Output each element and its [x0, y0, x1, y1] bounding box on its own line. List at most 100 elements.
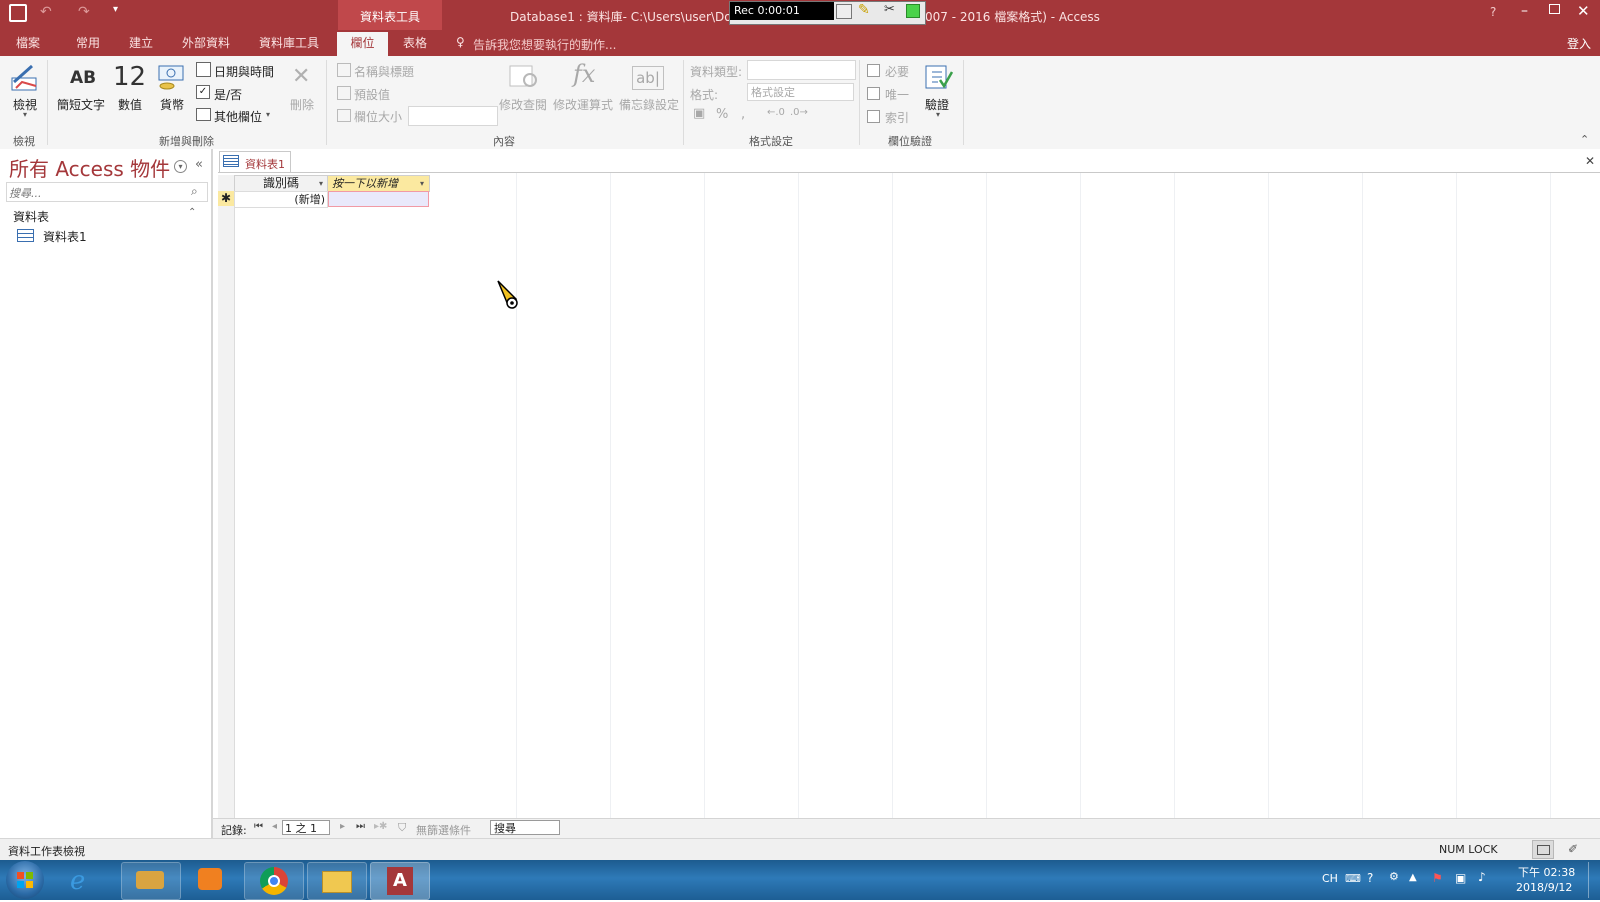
tray-options-icon[interactable]: ⚙	[1389, 870, 1399, 883]
number-button[interactable]: 數值	[118, 96, 142, 113]
increase-decimals-icon[interactable]: ←.0	[767, 107, 785, 118]
memo-settings-icon[interactable]: ab|	[632, 66, 664, 90]
collapse-ribbon-icon[interactable]: ⌃	[1580, 133, 1589, 146]
show-desktop-button[interactable]	[1588, 862, 1599, 898]
clock-date[interactable]: 2018/9/12	[1516, 881, 1572, 894]
column-header-id[interactable]: 識別碼 ▾	[234, 175, 328, 192]
memo-settings-button[interactable]: 備忘錄設定	[619, 96, 679, 113]
row-selector-column[interactable]	[218, 175, 235, 818]
nav-pane-collapse-icon[interactable]: «	[195, 157, 203, 172]
document-tab-label[interactable]: 資料表1	[245, 156, 285, 172]
redo-icon[interactable]: ↷	[78, 4, 90, 20]
taskbar-access[interactable]: A	[370, 862, 430, 900]
current-record-input[interactable]: 1 之 1	[282, 820, 330, 835]
new-record-id-cell[interactable]: (新增)	[234, 191, 328, 208]
yes-no-button[interactable]: 是/否	[214, 86, 242, 103]
last-record-icon[interactable]: ⏭	[356, 821, 365, 832]
view-icon[interactable]	[10, 62, 40, 92]
more-fields-dropdown-icon[interactable]: ▾	[266, 110, 270, 119]
recorder-screen-icon[interactable]	[836, 4, 852, 19]
tab-home[interactable]: 常用	[76, 34, 100, 52]
internet-explorer-icon[interactable]: ℯ	[70, 866, 85, 896]
recorder-pen-icon[interactable]: ✎	[858, 2, 870, 18]
new-record-icon[interactable]: ▸✱	[374, 821, 387, 832]
sign-in-link[interactable]: 登入	[1567, 35, 1591, 52]
minimize-icon[interactable]: –	[1521, 3, 1528, 19]
action-center-icon[interactable]: ⚑	[1432, 871, 1443, 885]
volume-icon[interactable]: ♪	[1478, 870, 1486, 884]
delete-button[interactable]: 刪除	[290, 96, 314, 113]
taskbar-app-folder[interactable]	[121, 862, 181, 900]
validation-dropdown-icon[interactable]: ▾	[936, 110, 940, 119]
indexed-checkbox[interactable]	[867, 110, 880, 123]
validation-icon[interactable]	[924, 62, 954, 92]
save-icon[interactable]	[9, 4, 27, 22]
start-button[interactable]	[6, 861, 44, 899]
required-checkbox[interactable]	[867, 64, 880, 77]
datasheet-grid[interactable]	[218, 173, 1600, 818]
data-type-select[interactable]	[747, 60, 856, 80]
record-search-input[interactable]: 搜尋	[490, 820, 560, 835]
number-icon[interactable]: 12	[113, 62, 146, 92]
currency-button[interactable]: 貨幣	[160, 96, 184, 113]
tab-table[interactable]: 表格	[403, 34, 427, 52]
close-icon[interactable]: ✕	[1577, 2, 1590, 20]
currency-icon[interactable]	[157, 62, 187, 92]
unique-checkbox[interactable]	[867, 87, 880, 100]
tab-external-data[interactable]: 外部資料	[182, 34, 230, 52]
next-record-icon[interactable]: ▸	[340, 821, 345, 832]
datasheet-view-button[interactable]	[1532, 840, 1554, 859]
restore-icon[interactable]	[1549, 4, 1560, 14]
date-time-button[interactable]: 日期與時間	[214, 63, 274, 80]
keyboard-icon[interactable]: ⌨	[1345, 872, 1361, 885]
network-icon[interactable]: ▣	[1455, 871, 1466, 885]
recorder-cut-icon[interactable]: ✂	[884, 2, 895, 17]
column-header-click-to-add[interactable]: 按一下以新增 ▾	[327, 175, 430, 192]
modify-lookups-icon[interactable]	[508, 62, 540, 92]
clock-time[interactable]: 下午 02:38	[1518, 864, 1575, 880]
recorder-stop-icon[interactable]	[906, 4, 920, 18]
filter-icon[interactable]: ⛉	[398, 821, 406, 835]
input-language-indicator[interactable]: CH	[1322, 872, 1338, 885]
delete-icon[interactable]: ✕	[292, 64, 314, 90]
search-icon[interactable]: ⌕	[191, 184, 198, 199]
comma-format-icon[interactable]: ,	[741, 107, 745, 122]
view-dropdown-icon[interactable]: ▾	[23, 110, 27, 119]
nav-search-input[interactable]: 搜尋...	[9, 185, 42, 201]
column-dropdown-icon[interactable]: ▾	[319, 176, 323, 191]
taskbar-file-explorer[interactable]	[307, 862, 367, 900]
format-select[interactable]: 格式設定	[747, 83, 854, 101]
help-tray-icon[interactable]: ?	[1367, 871, 1373, 885]
modify-expression-button[interactable]: 修改運算式	[553, 96, 613, 113]
nav-pane-title[interactable]: 所有 Access 物件	[9, 153, 170, 182]
decrease-decimals-icon[interactable]: .0→	[790, 107, 808, 118]
percent-format-icon[interactable]: %	[716, 107, 728, 122]
modify-lookups-button[interactable]: 修改查閱	[499, 96, 547, 113]
nav-section-tables[interactable]: 資料表	[13, 208, 49, 225]
previous-record-icon[interactable]: ◂	[272, 821, 277, 832]
active-cell[interactable]	[328, 191, 429, 207]
tab-file[interactable]: 檔案	[16, 34, 40, 52]
close-document-icon[interactable]: ✕	[1585, 154, 1595, 168]
help-button[interactable]: ?	[1490, 5, 1496, 19]
design-view-icon[interactable]: ✐	[1568, 842, 1578, 856]
nav-pane-menu-icon[interactable]: ▾	[174, 160, 187, 173]
tab-create[interactable]: 建立	[129, 34, 153, 52]
currency-format-icon[interactable]: ▣	[693, 106, 705, 121]
show-hidden-icons[interactable]: ▲	[1409, 872, 1417, 883]
customize-quick-access-icon[interactable]: ▾	[113, 4, 118, 15]
collapse-section-icon[interactable]: ⌃	[188, 207, 196, 218]
short-text-button[interactable]: 簡短文字	[57, 96, 105, 113]
modify-expression-icon[interactable]: fx	[573, 60, 595, 88]
tab-database-tools[interactable]: 資料庫工具	[259, 34, 319, 52]
undo-icon[interactable]: ↶	[40, 4, 52, 20]
tell-me-input[interactable]: 告訴我您想要執行的動作...	[473, 36, 616, 53]
name-caption-button[interactable]: 名稱與標題	[354, 63, 414, 80]
column-dropdown-icon[interactable]: ▾	[420, 176, 424, 191]
first-record-icon[interactable]: ⏮	[254, 821, 263, 832]
media-player-icon[interactable]	[198, 868, 222, 890]
no-filter-indicator[interactable]: 無篩選條件	[416, 822, 471, 838]
tab-fields[interactable]: 欄位	[337, 32, 388, 56]
default-value-button[interactable]: 預設值	[354, 86, 390, 103]
nav-item-table1[interactable]: 資料表1	[43, 228, 87, 245]
